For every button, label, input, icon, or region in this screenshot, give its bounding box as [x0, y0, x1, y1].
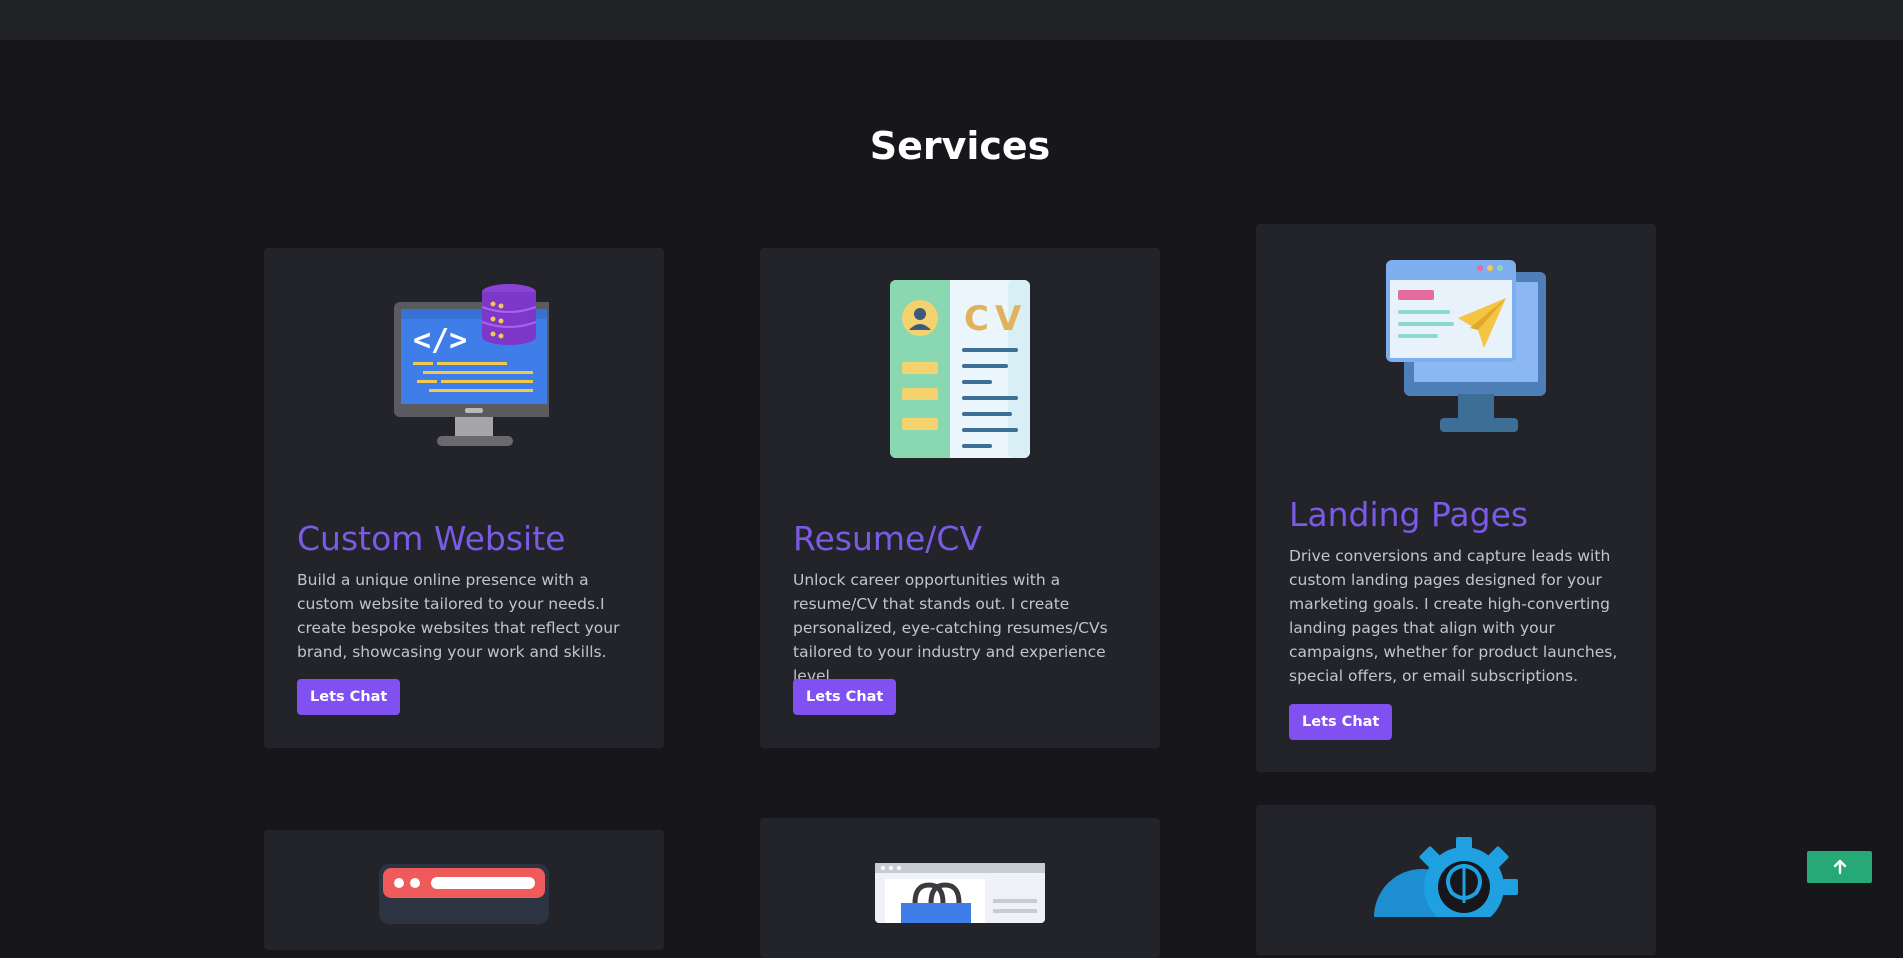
top-navbar	[0, 0, 1903, 40]
lets-chat-button[interactable]: Lets Chat	[1289, 704, 1393, 740]
browser-window-icon	[264, 864, 664, 924]
card-description: Build a unique online presence with a cu…	[297, 571, 620, 661]
arrow-up-icon	[1833, 859, 1846, 875]
service-card-web-app	[264, 830, 664, 950]
card-description: Unlock career opportunities with a resum…	[793, 571, 1108, 685]
scroll-to-top-button[interactable]	[1807, 851, 1872, 883]
card-title: Landing Pages	[1289, 495, 1529, 534]
landing-page-icon	[1256, 256, 1656, 436]
resume-cv-icon: CV	[760, 280, 1160, 458]
service-card-ai	[1256, 805, 1656, 955]
lets-chat-button[interactable]: Lets Chat	[297, 679, 401, 715]
card-title: Resume/CV	[793, 519, 983, 558]
service-card-ecommerce	[760, 818, 1160, 958]
lets-chat-button[interactable]: Lets Chat	[793, 679, 897, 715]
service-card-custom-website: </> Custom Website Build a unique online…	[264, 248, 664, 748]
service-card-resume-cv: CV Resume/CV Unlock career opportunities…	[760, 248, 1160, 748]
card-title: Custom Website	[297, 519, 566, 558]
cv-label: CV	[964, 299, 1027, 339]
card-description: Drive conversions and capture leads with…	[1289, 547, 1618, 685]
online-store-icon	[760, 863, 1160, 923]
ai-brain-gear-icon	[1256, 837, 1656, 917]
service-card-landing-pages: Landing Pages Drive conversions and capt…	[1256, 224, 1656, 772]
web-development-icon: </>	[264, 282, 664, 452]
section-title: Services	[869, 124, 1051, 168]
svg-text:</>: </>	[413, 323, 467, 358]
